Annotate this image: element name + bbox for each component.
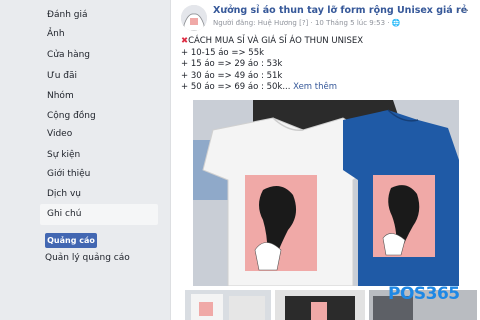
- sidebar-item-services[interactable]: Dịch vụ: [40, 184, 158, 205]
- see-more-link[interactable]: Xem thêm: [293, 82, 337, 92]
- post-heading: CÁCH MUA SỈ VÀ GIÁ SỈ ÁO THUN UNISEX: [188, 36, 364, 46]
- post-meta: Người đăng: Huệ Hương [?] · 10 Tháng 5 l…: [213, 19, 401, 27]
- note-post: Xưởng sỉ áo thun tay lỡ form rộng Unisex…: [170, 0, 480, 320]
- price-line: + 10-15 áo => 55k: [181, 47, 265, 58]
- post-title[interactable]: Xưởng sỉ áo thun tay lỡ form rộng Unisex…: [213, 5, 467, 16]
- price-line: + 15 áo => 29 áo : 53k: [181, 59, 283, 69]
- sidebar-item-photos[interactable]: Ảnh: [40, 24, 158, 45]
- post-body: ✖CÁCH MUA SỈ VÀ GIÁ SỈ ÁO THUN UNISEX + …: [181, 36, 471, 94]
- avatar[interactable]: [181, 5, 207, 31]
- sidebar-item-groups[interactable]: Nhóm: [40, 86, 158, 107]
- sidebar-item-events[interactable]: Sự kiện: [40, 145, 158, 166]
- page-sidebar: Đánh giá Ảnh Cửa hàng Ưu đãi Nhóm Cộng đ…: [0, 0, 165, 320]
- sidebar-item-shop[interactable]: Cửa hàng: [40, 45, 158, 66]
- sidebar-item-offers[interactable]: Ưu đãi: [40, 66, 158, 87]
- post-photo[interactable]: [193, 100, 459, 286]
- manage-ads-link[interactable]: Quản lý quảng cáo: [45, 253, 130, 263]
- price-line: + 50 áo => 69 áo : 50k...: [181, 82, 291, 92]
- price-line: + 30 áo => 49 áo : 51k: [181, 70, 283, 81]
- more-options-icon[interactable]: ···: [457, 4, 471, 17]
- photo-thumbnail[interactable]: [185, 290, 271, 320]
- sidebar-item-reviews[interactable]: Đánh giá: [40, 5, 158, 26]
- sidebar-item-about[interactable]: Giới thiệu: [40, 164, 158, 185]
- promote-button[interactable]: Quảng cáo: [45, 233, 97, 248]
- photo-thumbnail[interactable]: [275, 290, 365, 320]
- sidebar-item-notes[interactable]: Ghi chú: [40, 204, 158, 225]
- sidebar-item-video[interactable]: Video: [40, 124, 158, 145]
- watermark-logo: POS365: [388, 284, 460, 304]
